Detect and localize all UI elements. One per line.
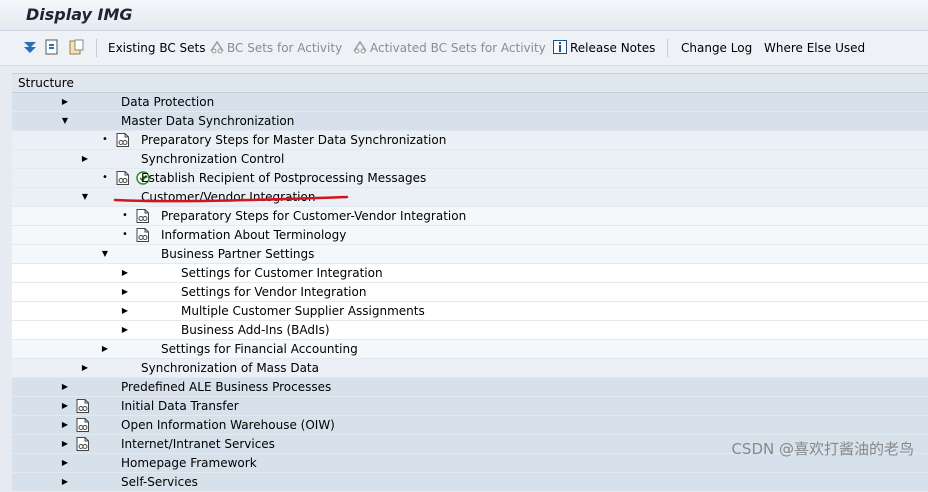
bc-set-icon	[353, 40, 367, 54]
tree-node-label: Settings for Financial Accounting	[161, 342, 358, 356]
expand-triangle-icon[interactable]: ▶	[120, 283, 130, 301]
tree-node-label: Preparatory Steps for Customer-Vendor In…	[161, 209, 467, 223]
tree-node[interactable]: • Preparatory Steps for Master Data Synch…	[12, 131, 928, 150]
tree-node-label: Customer/Vendor Integration	[141, 190, 316, 204]
tree-node-label: Business Add-Ins (BAdIs)	[181, 323, 330, 337]
tree-node[interactable]: ▶ Predefined ALE Business Processes	[12, 378, 928, 397]
change-log-button[interactable]: Change Log	[681, 39, 752, 57]
expand-triangle-icon[interactable]: ▶	[60, 93, 70, 111]
bc-sets-for-activity-button[interactable]: BC Sets for Activity	[209, 39, 342, 57]
expand-triangle-icon[interactable]: ▶	[120, 321, 130, 339]
existing-bc-sets-label: Existing BC Sets	[108, 41, 206, 55]
activated-bc-sets-label: Activated BC Sets for Activity	[370, 41, 546, 55]
tree-node-label: Synchronization Control	[141, 152, 285, 166]
tree-node-label: Business Partner Settings	[161, 247, 315, 261]
expand-triangle-icon[interactable]: ▶	[60, 397, 70, 415]
leaf-bullet-icon: •	[102, 134, 108, 145]
tree-node[interactable]: ▶ Business Add-Ins (BAdIs)	[12, 321, 928, 340]
tree-node[interactable]: ▶ Synchronization of Mass Data	[12, 359, 928, 378]
expand-triangle-icon[interactable]: ▶	[120, 302, 130, 320]
release-notes-label: Release Notes	[570, 41, 656, 55]
existing-bc-sets-button[interactable]: Existing BC Sets	[108, 39, 206, 57]
collapse-triangle-icon[interactable]: ▼	[100, 245, 110, 263]
tree-rows: ▶ Data Protection ▼ Master Data Synchroniza…	[12, 93, 928, 492]
leaf-bullet-icon: •	[122, 229, 128, 240]
documentation-icon[interactable]	[136, 228, 149, 242]
tree-node[interactable]: ▼ Master Data Synchronization	[12, 112, 928, 131]
application-toolbar: Existing BC Sets BC Sets for Activity Ac…	[0, 31, 928, 66]
documentation-icon[interactable]	[116, 133, 129, 147]
change-log-label: Change Log	[681, 41, 753, 55]
tree-node-label: Master Data Synchronization	[121, 114, 295, 128]
expand-triangle-icon[interactable]: ▶	[60, 378, 70, 396]
title-bar: Display IMG	[0, 0, 928, 31]
leaf-bullet-icon: •	[122, 210, 128, 221]
tree-node-label: Internet/Intranet Services	[121, 437, 275, 451]
tree-node[interactable]: ▶ Settings for Financial Accounting	[12, 340, 928, 359]
tree-node-label: Homepage Framework	[121, 456, 257, 470]
tree-node-label: Self-Services	[121, 475, 198, 489]
expand-subtree-icon[interactable]	[22, 39, 40, 57]
documentation-icon[interactable]	[116, 171, 129, 185]
tree-node-label: Open Information Warehouse (OIW)	[121, 418, 335, 432]
bc-sets-for-activity-label: BC Sets for Activity	[227, 41, 343, 55]
leaf-bullet-icon: •	[102, 172, 108, 183]
tree-node-label: Preparatory Steps for Master Data Synchr…	[141, 133, 447, 147]
collapse-triangle-icon[interactable]: ▼	[80, 188, 90, 206]
tree-node-label: Data Protection	[121, 95, 215, 109]
expand-triangle-icon[interactable]: ▶	[80, 359, 90, 377]
tree-node[interactable]: ▶ Synchronization Control	[12, 150, 928, 169]
expand-triangle-icon[interactable]: ▶	[80, 150, 90, 168]
tree-node[interactable]: ▼ Business Partner Settings	[12, 245, 928, 264]
img-structure-tree: Structure ▶ Data Protection ▼ Master Data S…	[12, 73, 928, 492]
tree-node-label: Information About Terminology	[161, 228, 347, 242]
tree-node[interactable]: ▶ Settings for Vendor Integration	[12, 283, 928, 302]
clipboard-icon[interactable]	[68, 39, 86, 57]
tree-node[interactable]: • Establish Recipient of Postprocessing M…	[12, 169, 928, 188]
tree-node[interactable]: ▶ Data Protection	[12, 93, 928, 112]
structure-header: Structure	[12, 74, 928, 93]
tree-node-label: Initial Data Transfer	[121, 399, 239, 413]
tree-node-label: Synchronization of Mass Data	[141, 361, 319, 375]
activated-bc-sets-button[interactable]: Activated BC Sets for Activity	[352, 39, 546, 57]
collapse-triangle-icon[interactable]: ▼	[60, 112, 70, 130]
where-else-used-button[interactable]: Where Else Used	[764, 39, 865, 57]
tree-node[interactable]: ▶ Settings for Customer Integration	[12, 264, 928, 283]
tree-node[interactable]: ▼ Customer/Vendor Integration	[12, 188, 928, 207]
tree-node-label: Establish Recipient of Postprocessing Me…	[141, 171, 427, 185]
tree-node-label: Predefined ALE Business Processes	[121, 380, 332, 394]
tree-node-label: Multiple Customer Supplier Assignments	[181, 304, 425, 318]
expand-triangle-icon[interactable]: ▶	[120, 264, 130, 282]
tree-node[interactable]: • Information About Terminology	[12, 226, 928, 245]
expand-triangle-icon[interactable]: ▶	[60, 416, 70, 434]
release-notes-button[interactable]: Release Notes	[552, 39, 655, 57]
expand-triangle-icon[interactable]: ▶	[60, 435, 70, 453]
tree-node[interactable]: ▶ Initial Data Transfer	[12, 397, 928, 416]
tree-node-label: Settings for Customer Integration	[181, 266, 383, 280]
info-icon	[553, 40, 567, 54]
tree-node[interactable]: ▶ Open Information Warehouse (OIW)	[12, 416, 928, 435]
documentation-icon[interactable]	[136, 209, 149, 223]
watermark: CSDN @喜欢打酱油的老鸟	[731, 440, 914, 458]
bc-set-icon	[210, 40, 224, 54]
tree-node-label: Settings for Vendor Integration	[181, 285, 367, 299]
find-icon[interactable]	[44, 39, 62, 57]
tree-node[interactable]: ▶ Multiple Customer Supplier Assignments	[12, 302, 928, 321]
toolbar-separator	[667, 39, 668, 57]
window-title: Display IMG	[26, 5, 133, 24]
expand-triangle-icon[interactable]: ▶	[60, 473, 70, 491]
expand-triangle-icon[interactable]: ▶	[60, 454, 70, 472]
toolbar-separator	[96, 39, 97, 57]
documentation-icon[interactable]	[76, 437, 89, 451]
tree-node[interactable]: ▶ Self-Services	[12, 473, 928, 492]
tree-node[interactable]: • Preparatory Steps for Customer-Vendor I…	[12, 207, 928, 226]
documentation-icon[interactable]	[76, 418, 89, 432]
expand-triangle-icon[interactable]: ▶	[100, 340, 110, 358]
documentation-icon[interactable]	[76, 399, 89, 413]
where-else-used-label: Where Else Used	[764, 41, 866, 55]
